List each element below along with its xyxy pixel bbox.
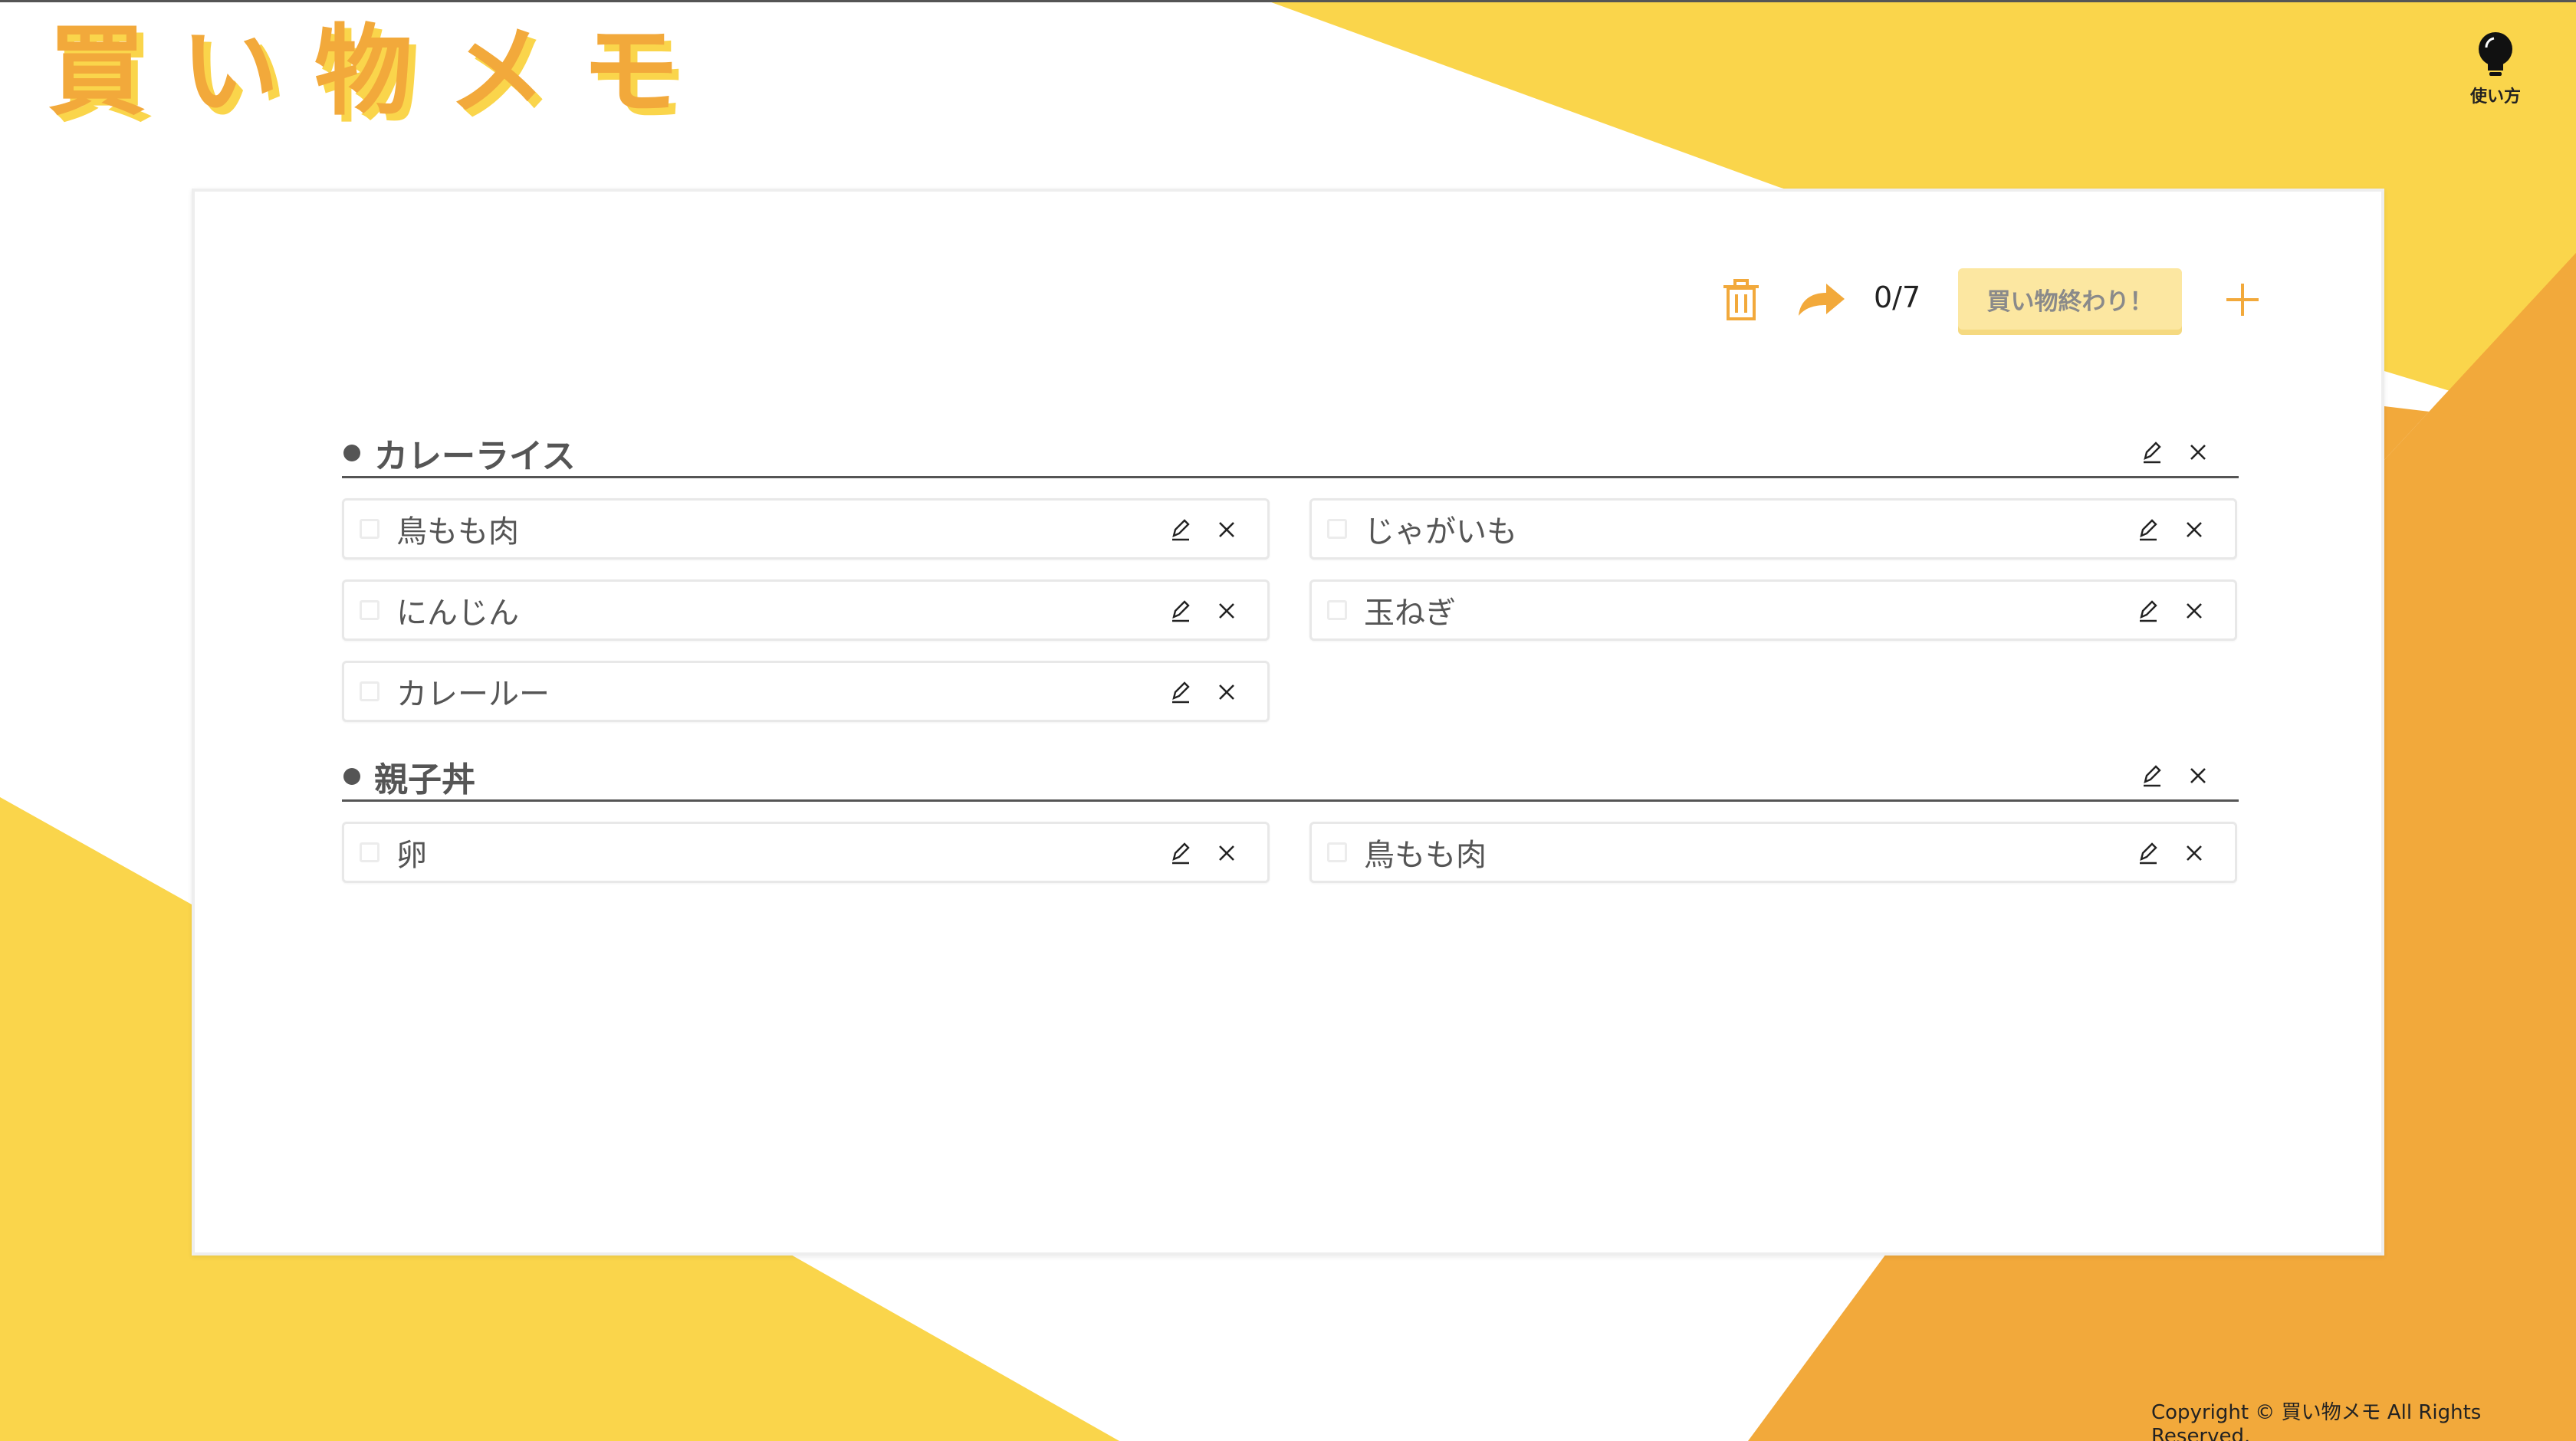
progress-counter: 0/7 bbox=[1874, 281, 1921, 314]
logo-char: メ bbox=[448, 15, 547, 129]
delete-all-button[interactable] bbox=[1720, 277, 1762, 322]
delete-item-button[interactable] bbox=[1217, 680, 1237, 704]
group-bullet bbox=[343, 767, 360, 785]
edit-icon bbox=[1172, 681, 1190, 704]
delete-group-button[interactable] bbox=[2188, 763, 2208, 788]
copyright-footer: Copyright © 買い物メモ All Rights Reserved. bbox=[2151, 1401, 2482, 1441]
edit-group-button[interactable] bbox=[2142, 440, 2162, 464]
plus-icon bbox=[2226, 284, 2259, 316]
item-checkbox[interactable] bbox=[360, 519, 380, 539]
delete-group-button[interactable] bbox=[2188, 440, 2208, 464]
edit-item-button[interactable] bbox=[2138, 841, 2158, 865]
add-group-button[interactable] bbox=[2219, 276, 2266, 323]
group: カレーライス 鳥もも肉 じゃがいも にんじん 玉ねぎ カレールー bbox=[342, 429, 2239, 722]
close-icon bbox=[2190, 768, 2206, 783]
item-grid: 鳥もも肉 じゃがいも にんじん 玉ねぎ カレールー bbox=[342, 498, 2239, 722]
close-icon bbox=[1219, 684, 1234, 700]
item-label: 鳥もも肉 bbox=[1364, 838, 1487, 873]
list-item: じゃがいも bbox=[1309, 498, 2237, 560]
list-item: 玉ねぎ bbox=[1309, 579, 2237, 641]
item-label: 鳥もも肉 bbox=[396, 514, 519, 550]
edit-icon bbox=[1172, 600, 1190, 622]
edit-item-button[interactable] bbox=[1171, 517, 1191, 542]
list-item: 卵 bbox=[342, 822, 1270, 883]
top-border bbox=[0, 0, 2576, 2]
close-icon bbox=[1219, 845, 1234, 861]
close-icon bbox=[2190, 445, 2206, 460]
edit-icon bbox=[2144, 441, 2161, 464]
delete-item-button[interactable] bbox=[1217, 599, 1237, 623]
help-label: 使い方 bbox=[2469, 87, 2521, 107]
item-label: じゃがいも bbox=[1364, 514, 1517, 550]
item-checkbox[interactable] bbox=[1327, 519, 1347, 539]
finish-shopping-button[interactable]: 買い物終わり！ bbox=[1958, 268, 2182, 330]
close-icon bbox=[2187, 845, 2202, 861]
item-actions bbox=[2138, 841, 2204, 865]
close-icon bbox=[2187, 522, 2202, 537]
edit-icon bbox=[2144, 765, 2161, 787]
delete-item-button[interactable] bbox=[2184, 841, 2204, 865]
delete-item-button[interactable] bbox=[2184, 599, 2204, 623]
group-actions bbox=[2142, 440, 2208, 464]
close-icon bbox=[1219, 603, 1234, 619]
group-header: 親子丼 bbox=[342, 753, 2239, 802]
item-checkbox[interactable] bbox=[360, 842, 380, 862]
list-item: 鳥もも肉 bbox=[1309, 822, 2237, 883]
logo-char: い bbox=[181, 15, 280, 129]
item-checkbox[interactable] bbox=[360, 681, 380, 701]
edit-item-button[interactable] bbox=[1171, 599, 1191, 623]
group-list: カレーライス 鳥もも肉 じゃがいも にんじん 玉ねぎ カレールー 親子丼 卵 鳥… bbox=[342, 429, 2239, 914]
share-button[interactable] bbox=[1797, 282, 1846, 317]
group: 親子丼 卵 鳥もも肉 bbox=[342, 753, 2239, 883]
item-actions bbox=[1171, 599, 1237, 623]
list-item: にんじん bbox=[342, 579, 1270, 641]
edit-item-button[interactable] bbox=[2138, 599, 2158, 623]
item-actions bbox=[1171, 680, 1237, 704]
group-title: 親子丼 bbox=[374, 760, 475, 799]
trash-icon bbox=[1723, 279, 1759, 320]
item-label: 卵 bbox=[396, 838, 427, 873]
logo-char: モ bbox=[581, 15, 680, 129]
group-header: カレーライス bbox=[342, 429, 2239, 478]
delete-item-button[interactable] bbox=[2184, 517, 2204, 542]
logo-char: 物 bbox=[314, 15, 413, 129]
item-label: にんじん bbox=[396, 596, 519, 631]
item-label: カレールー bbox=[396, 677, 550, 712]
close-icon bbox=[1219, 522, 1234, 537]
list-item: カレールー bbox=[342, 661, 1270, 722]
delete-item-button[interactable] bbox=[1217, 517, 1237, 542]
edit-item-button[interactable] bbox=[1171, 841, 1191, 865]
item-label: 玉ねぎ bbox=[1364, 596, 1456, 631]
toolbar: 0/7 買い物終わり！ bbox=[195, 192, 2381, 345]
delete-item-button[interactable] bbox=[1217, 841, 1237, 865]
app-logo[interactable]: 買 い 物 メ モ bbox=[48, 23, 679, 121]
item-checkbox[interactable] bbox=[1327, 600, 1347, 620]
group-title: カレーライス bbox=[374, 436, 576, 476]
item-actions bbox=[2138, 599, 2204, 623]
edit-icon bbox=[2140, 519, 2157, 541]
edit-item-button[interactable] bbox=[2138, 517, 2158, 542]
group-actions bbox=[2142, 763, 2208, 788]
edit-icon bbox=[1172, 842, 1190, 865]
close-icon bbox=[2187, 603, 2202, 619]
group-bullet bbox=[343, 444, 360, 461]
item-actions bbox=[1171, 517, 1237, 542]
share-icon bbox=[1799, 284, 1845, 316]
edit-icon bbox=[2140, 842, 2157, 865]
item-actions bbox=[2138, 517, 2204, 542]
item-checkbox[interactable] bbox=[360, 600, 380, 620]
item-checkbox[interactable] bbox=[1327, 842, 1347, 862]
edit-icon bbox=[1172, 519, 1190, 541]
edit-group-button[interactable] bbox=[2142, 763, 2162, 788]
lightbulb-icon bbox=[2479, 32, 2512, 76]
memo-card: 0/7 買い物終わり！ カレーライス 鳥もも肉 じゃがいも にんじん 玉ねぎ カ… bbox=[192, 189, 2384, 1256]
edit-item-button[interactable] bbox=[1171, 680, 1191, 704]
edit-icon bbox=[2140, 600, 2157, 622]
list-item: 鳥もも肉 bbox=[342, 498, 1270, 560]
help-button[interactable]: 使い方 bbox=[2453, 31, 2538, 107]
item-actions bbox=[1171, 841, 1237, 865]
logo-char: 買 bbox=[48, 15, 146, 129]
item-grid: 卵 鳥もも肉 bbox=[342, 822, 2239, 883]
